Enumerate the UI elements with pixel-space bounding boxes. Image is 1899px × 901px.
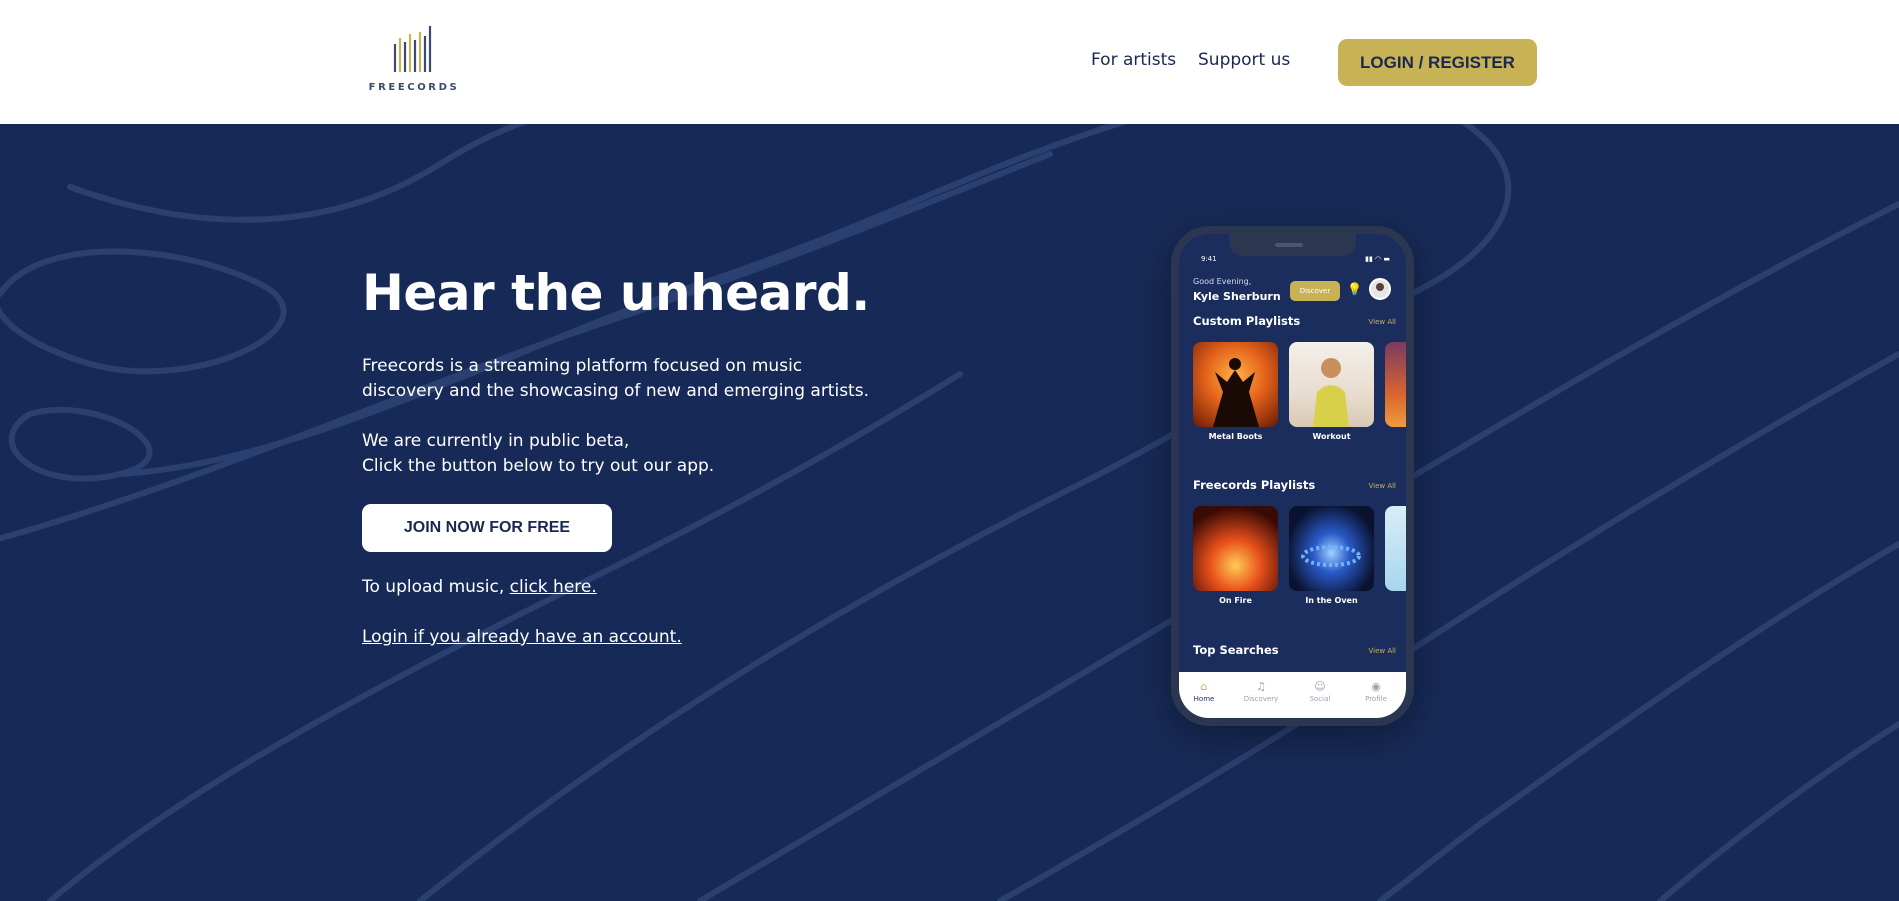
app-tab-social: ☺ Social	[1295, 680, 1345, 703]
music-note-icon: ♫	[1256, 680, 1266, 693]
hero-description-line2: discovery and the showcasing of new and …	[362, 381, 869, 401]
app-tab-bar: ⌂ Home ♫ Discovery ☺ Social ◉ Profile	[1179, 672, 1406, 718]
view-all-freecords: View All	[1368, 482, 1396, 490]
home-icon: ⌂	[1200, 680, 1208, 693]
join-now-button[interactable]: JOIN NOW FOR FREE	[362, 504, 612, 552]
beta-notice-line1: We are currently in public beta,	[362, 431, 630, 451]
upload-prefix: To upload music,	[362, 577, 510, 597]
app-tab-profile: ◉ Profile	[1351, 680, 1401, 703]
section-freecords-playlists: Freecords Playlists	[1193, 478, 1316, 492]
playlist-card-metal-boots	[1193, 342, 1278, 427]
hero-title: Hear the unheard.	[362, 264, 870, 322]
beta-notice-line2: Click the button below to try out our ap…	[362, 456, 715, 476]
status-icons: ▮▮ ◠ ▬	[1365, 255, 1390, 263]
app-user-name: Kyle Sherburn	[1193, 290, 1281, 303]
gas-flame-icon	[1301, 545, 1361, 567]
playlist-card-partial	[1385, 342, 1406, 427]
app-discover-button: Discover	[1290, 281, 1340, 301]
profile-icon: ◉	[1371, 680, 1381, 693]
login-existing-account-link[interactable]: Login if you already have an account.	[362, 627, 682, 647]
logo-wordmark: FREECORDS	[368, 82, 460, 93]
upload-click-here-link[interactable]: click here.	[510, 577, 597, 597]
playlist-caption: Workout	[1312, 432, 1351, 441]
avatar	[1369, 278, 1391, 300]
view-all-top: View All	[1368, 647, 1396, 655]
playlist-caption: On Fire	[1219, 596, 1252, 605]
lightbulb-icon: 💡	[1347, 282, 1362, 296]
section-top-searches: Top Searches	[1193, 643, 1279, 657]
app-tab-home: ⌂ Home	[1179, 680, 1229, 703]
nav-support-us[interactable]: Support us	[1198, 50, 1290, 70]
playlist-card-partial	[1385, 506, 1406, 591]
site-header: FREECORDS For artists Support us LOGIN /…	[0, 0, 1899, 124]
view-all-custom: View All	[1368, 318, 1396, 326]
playlist-card-workout	[1289, 342, 1374, 427]
hero-background-lines	[0, 124, 1899, 901]
nav-for-artists[interactable]: For artists	[1091, 50, 1176, 70]
phone-screen: 9:41 ▮▮ ◠ ▬ Good Evening, Kyle Sherburn …	[1179, 234, 1406, 718]
app-tab-discovery: ♫ Discovery	[1236, 680, 1286, 703]
playlist-caption: In the Oven	[1305, 596, 1358, 605]
phone-mockup: 9:41 ▮▮ ◠ ▬ Good Evening, Kyle Sherburn …	[1171, 226, 1414, 726]
silhouette-icon	[1213, 358, 1259, 427]
person-icon	[1313, 358, 1349, 427]
freecords-logo[interactable]: FREECORDS	[364, 24, 464, 96]
hero-description-line1: Freecords is a streaming platform focuse…	[362, 356, 803, 376]
upload-music-text: To upload music, click here.	[362, 577, 597, 597]
app-greeting: Good Evening,	[1193, 277, 1252, 286]
section-custom-playlists: Custom Playlists	[1193, 314, 1301, 328]
playlist-card-on-fire	[1193, 506, 1278, 591]
login-register-button[interactable]: LOGIN / REGISTER	[1338, 39, 1537, 86]
social-icon: ☺	[1314, 680, 1326, 693]
logo-bars-icon	[393, 26, 432, 72]
status-time: 9:41	[1201, 255, 1217, 263]
playlist-caption: Metal Boots	[1208, 432, 1263, 441]
playlist-card-in-the-oven	[1289, 506, 1374, 591]
phone-notch	[1229, 234, 1356, 256]
